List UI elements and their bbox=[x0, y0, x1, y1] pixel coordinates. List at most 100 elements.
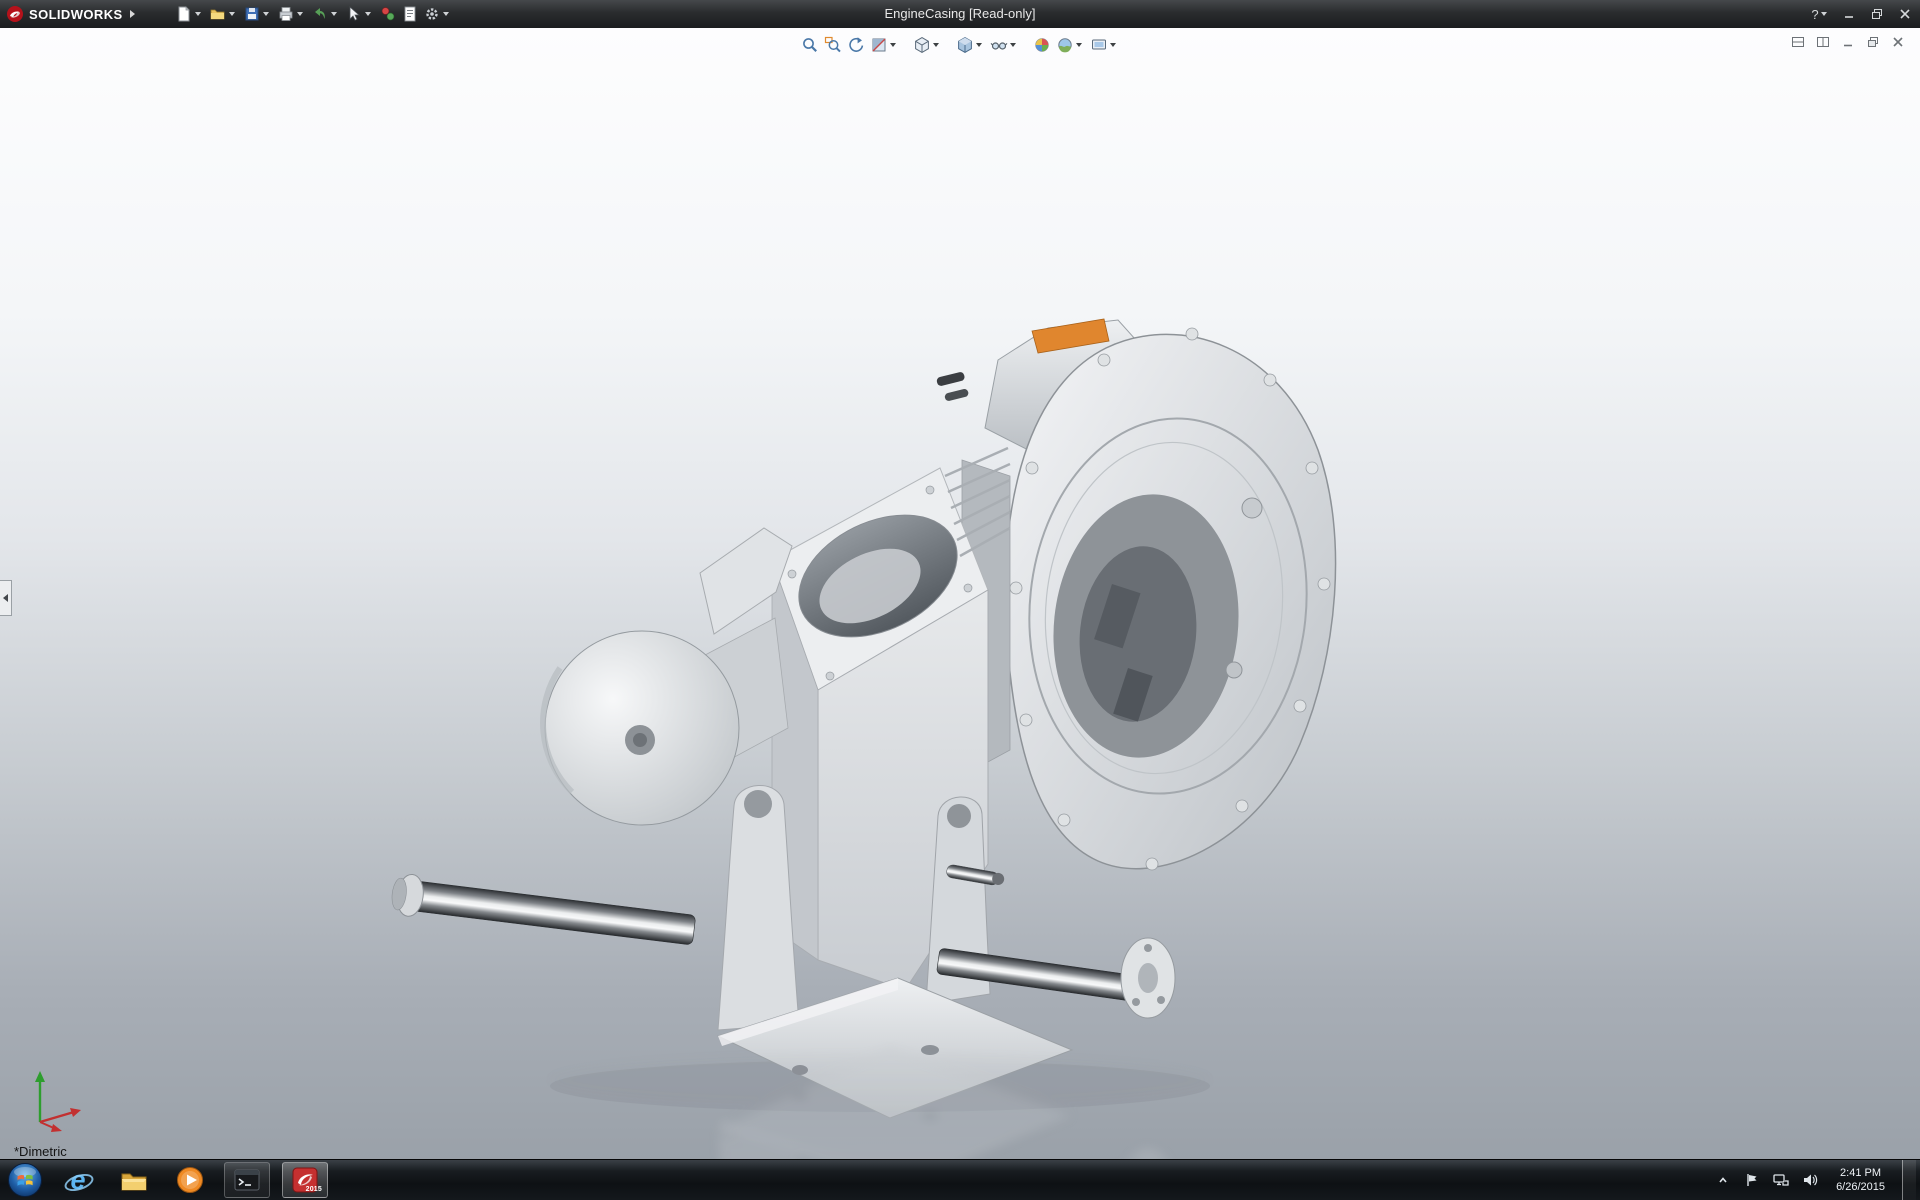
undo-icon bbox=[311, 5, 329, 23]
show-hidden-icons-button[interactable] bbox=[1714, 1171, 1732, 1189]
rebuild-button[interactable] bbox=[377, 2, 399, 26]
ds-logo-icon bbox=[6, 5, 24, 23]
chevron-up-icon bbox=[1716, 1173, 1730, 1187]
document-close-button[interactable] bbox=[1890, 34, 1906, 50]
print-icon bbox=[277, 5, 295, 23]
select-cursor-icon bbox=[345, 5, 363, 23]
network-status-button[interactable] bbox=[1772, 1171, 1790, 1189]
menu-expand-icon[interactable] bbox=[130, 10, 135, 18]
command-prompt-button[interactable] bbox=[224, 1162, 270, 1198]
minimize-icon bbox=[1843, 8, 1855, 20]
hide-show-items-dropdown-icon[interactable] bbox=[1010, 43, 1016, 47]
display-style-icon bbox=[956, 36, 974, 54]
close-button[interactable] bbox=[1896, 5, 1914, 23]
solidworks-taskbar-button[interactable]: 2015 bbox=[282, 1162, 328, 1198]
document-minimize-button[interactable] bbox=[1840, 34, 1856, 50]
windows-explorer-button[interactable] bbox=[112, 1163, 156, 1197]
rebuild-icon bbox=[379, 5, 397, 23]
show-desktop-button[interactable] bbox=[1902, 1160, 1916, 1200]
restore-icon bbox=[1871, 8, 1883, 20]
model-reflection bbox=[390, 1048, 1336, 1160]
pinned-taskbar-icons: e bbox=[56, 1160, 328, 1200]
screen: { "app": { "brand": "SOLIDWORKS", "title… bbox=[0, 0, 1920, 1200]
graphics-area[interactable]: *Dimetric bbox=[0, 28, 1920, 1160]
save-dropdown-icon[interactable] bbox=[263, 12, 269, 16]
view-settings-dropdown-icon[interactable] bbox=[1110, 43, 1116, 47]
file-properties-button[interactable] bbox=[399, 2, 421, 26]
section-view-button[interactable] bbox=[868, 33, 901, 57]
new-document-icon bbox=[175, 5, 193, 23]
quick-access-toolbar bbox=[173, 0, 455, 28]
command-prompt-icon bbox=[232, 1165, 262, 1195]
help-dropdown-icon[interactable] bbox=[1821, 12, 1827, 16]
view-orientation-cube-icon bbox=[913, 36, 931, 54]
previous-view-icon bbox=[847, 36, 865, 54]
window-controls: ? bbox=[1812, 0, 1914, 28]
apply-scene-button[interactable] bbox=[1054, 33, 1087, 57]
new-document-dropdown-icon[interactable] bbox=[195, 12, 201, 16]
options-button[interactable] bbox=[421, 2, 455, 26]
headsup-view-toolbar bbox=[799, 33, 1121, 57]
engine-casing-model[interactable] bbox=[0, 28, 1920, 1160]
help-button[interactable]: ? bbox=[1812, 5, 1830, 23]
open-button[interactable] bbox=[207, 2, 241, 26]
app-logo[interactable]: SOLIDWORKS bbox=[0, 0, 145, 28]
hide-show-items-button[interactable] bbox=[988, 33, 1021, 57]
featuremanager-expand-handle[interactable] bbox=[0, 580, 12, 616]
titlebar: SOLIDWORKS bbox=[0, 0, 1920, 28]
taskbar: e bbox=[0, 1159, 1920, 1200]
volume-button[interactable] bbox=[1801, 1171, 1819, 1189]
select-button[interactable] bbox=[343, 2, 377, 26]
edit-appearance-icon bbox=[1033, 36, 1051, 54]
action-center-button[interactable] bbox=[1743, 1171, 1761, 1189]
solidworks-version-badge: 2015 bbox=[306, 1186, 322, 1193]
view-orientation-button[interactable] bbox=[911, 33, 944, 57]
close-icon bbox=[1899, 8, 1911, 20]
folder-icon bbox=[119, 1165, 149, 1195]
display-style-button[interactable] bbox=[954, 33, 987, 57]
media-player-button[interactable] bbox=[168, 1163, 212, 1197]
options-dropdown-icon[interactable] bbox=[443, 12, 449, 16]
apply-scene-icon bbox=[1056, 36, 1074, 54]
select-dropdown-icon[interactable] bbox=[365, 12, 371, 16]
document-minimize-icon bbox=[1841, 35, 1855, 49]
collapse-arrow-icon bbox=[3, 594, 8, 602]
zoom-to-fit-button[interactable] bbox=[799, 33, 821, 57]
apply-scene-dropdown-icon[interactable] bbox=[1076, 43, 1082, 47]
options-gear-icon bbox=[423, 5, 441, 23]
taskbar-clock[interactable]: 2:41 PM 6/26/2015 bbox=[1830, 1166, 1891, 1194]
view-orientation-label: *Dimetric bbox=[14, 1144, 67, 1159]
new-document-button[interactable] bbox=[173, 2, 207, 26]
speaker-icon bbox=[1802, 1172, 1818, 1188]
previous-view-button[interactable] bbox=[845, 33, 867, 57]
document-restore-button[interactable] bbox=[1865, 34, 1881, 50]
display-style-dropdown-icon[interactable] bbox=[976, 43, 982, 47]
open-folder-icon bbox=[209, 5, 227, 23]
hide-show-items-icon bbox=[990, 36, 1008, 54]
split-vertical-icon bbox=[1816, 35, 1830, 49]
document-window-controls bbox=[1790, 34, 1906, 50]
open-dropdown-icon[interactable] bbox=[229, 12, 235, 16]
start-button[interactable] bbox=[6, 1161, 44, 1199]
undo-dropdown-icon[interactable] bbox=[331, 12, 337, 16]
view-settings-button[interactable] bbox=[1088, 33, 1121, 57]
maximize-button[interactable] bbox=[1868, 5, 1886, 23]
view-orientation-dropdown-icon[interactable] bbox=[933, 43, 939, 47]
undo-button[interactable] bbox=[309, 2, 343, 26]
orientation-triad bbox=[18, 1060, 90, 1134]
split-vertical-button[interactable] bbox=[1815, 34, 1831, 50]
save-button[interactable] bbox=[241, 2, 275, 26]
split-horizontal-button[interactable] bbox=[1790, 34, 1806, 50]
model-geometry[interactable] bbox=[390, 319, 1336, 1118]
minimize-button[interactable] bbox=[1840, 5, 1858, 23]
section-view-dropdown-icon[interactable] bbox=[890, 43, 896, 47]
internet-explorer-button[interactable]: e bbox=[56, 1163, 100, 1197]
zoom-to-area-button[interactable] bbox=[822, 33, 844, 57]
print-dropdown-icon[interactable] bbox=[297, 12, 303, 16]
file-properties-icon bbox=[401, 5, 419, 23]
save-icon bbox=[243, 5, 261, 23]
windows-start-icon bbox=[7, 1162, 43, 1198]
edit-appearance-button[interactable] bbox=[1031, 33, 1053, 57]
view-settings-icon bbox=[1090, 36, 1108, 54]
print-button[interactable] bbox=[275, 2, 309, 26]
